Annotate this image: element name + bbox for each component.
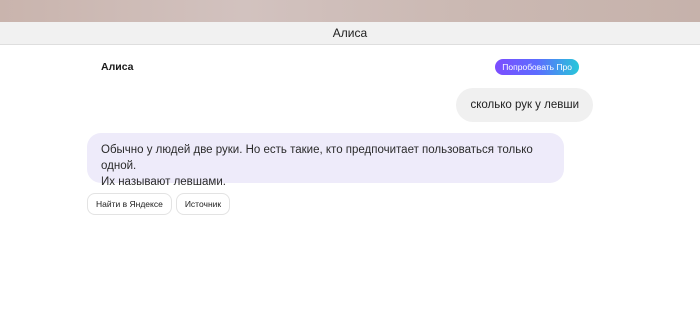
search-yandex-button[interactable]: Найти в Яндексе bbox=[87, 193, 172, 215]
assistant-message: Обычно у людей две руки. Но есть такие, … bbox=[87, 133, 564, 188]
message-actions: Найти в Яндексе Источник bbox=[87, 193, 231, 215]
assistant-message-line: Обычно у людей две руки. Но есть такие, … bbox=[101, 144, 533, 172]
assistant-message-line: Их называют левшами. bbox=[101, 176, 226, 188]
user-message: сколько рук у левши bbox=[456, 88, 593, 122]
source-button[interactable]: Источник bbox=[175, 193, 231, 215]
assistant-name: Алиса bbox=[101, 61, 134, 73]
try-pro-button[interactable]: Попробовать Про bbox=[495, 59, 579, 75]
user-message-text: сколько рук у левши bbox=[470, 99, 579, 111]
chat-header: Алиса Попробовать Про bbox=[87, 58, 593, 76]
window-title: Алиса bbox=[332, 26, 368, 40]
desktop-background-strip bbox=[0, 0, 700, 22]
window-title-bar: Алиса bbox=[0, 22, 700, 45]
